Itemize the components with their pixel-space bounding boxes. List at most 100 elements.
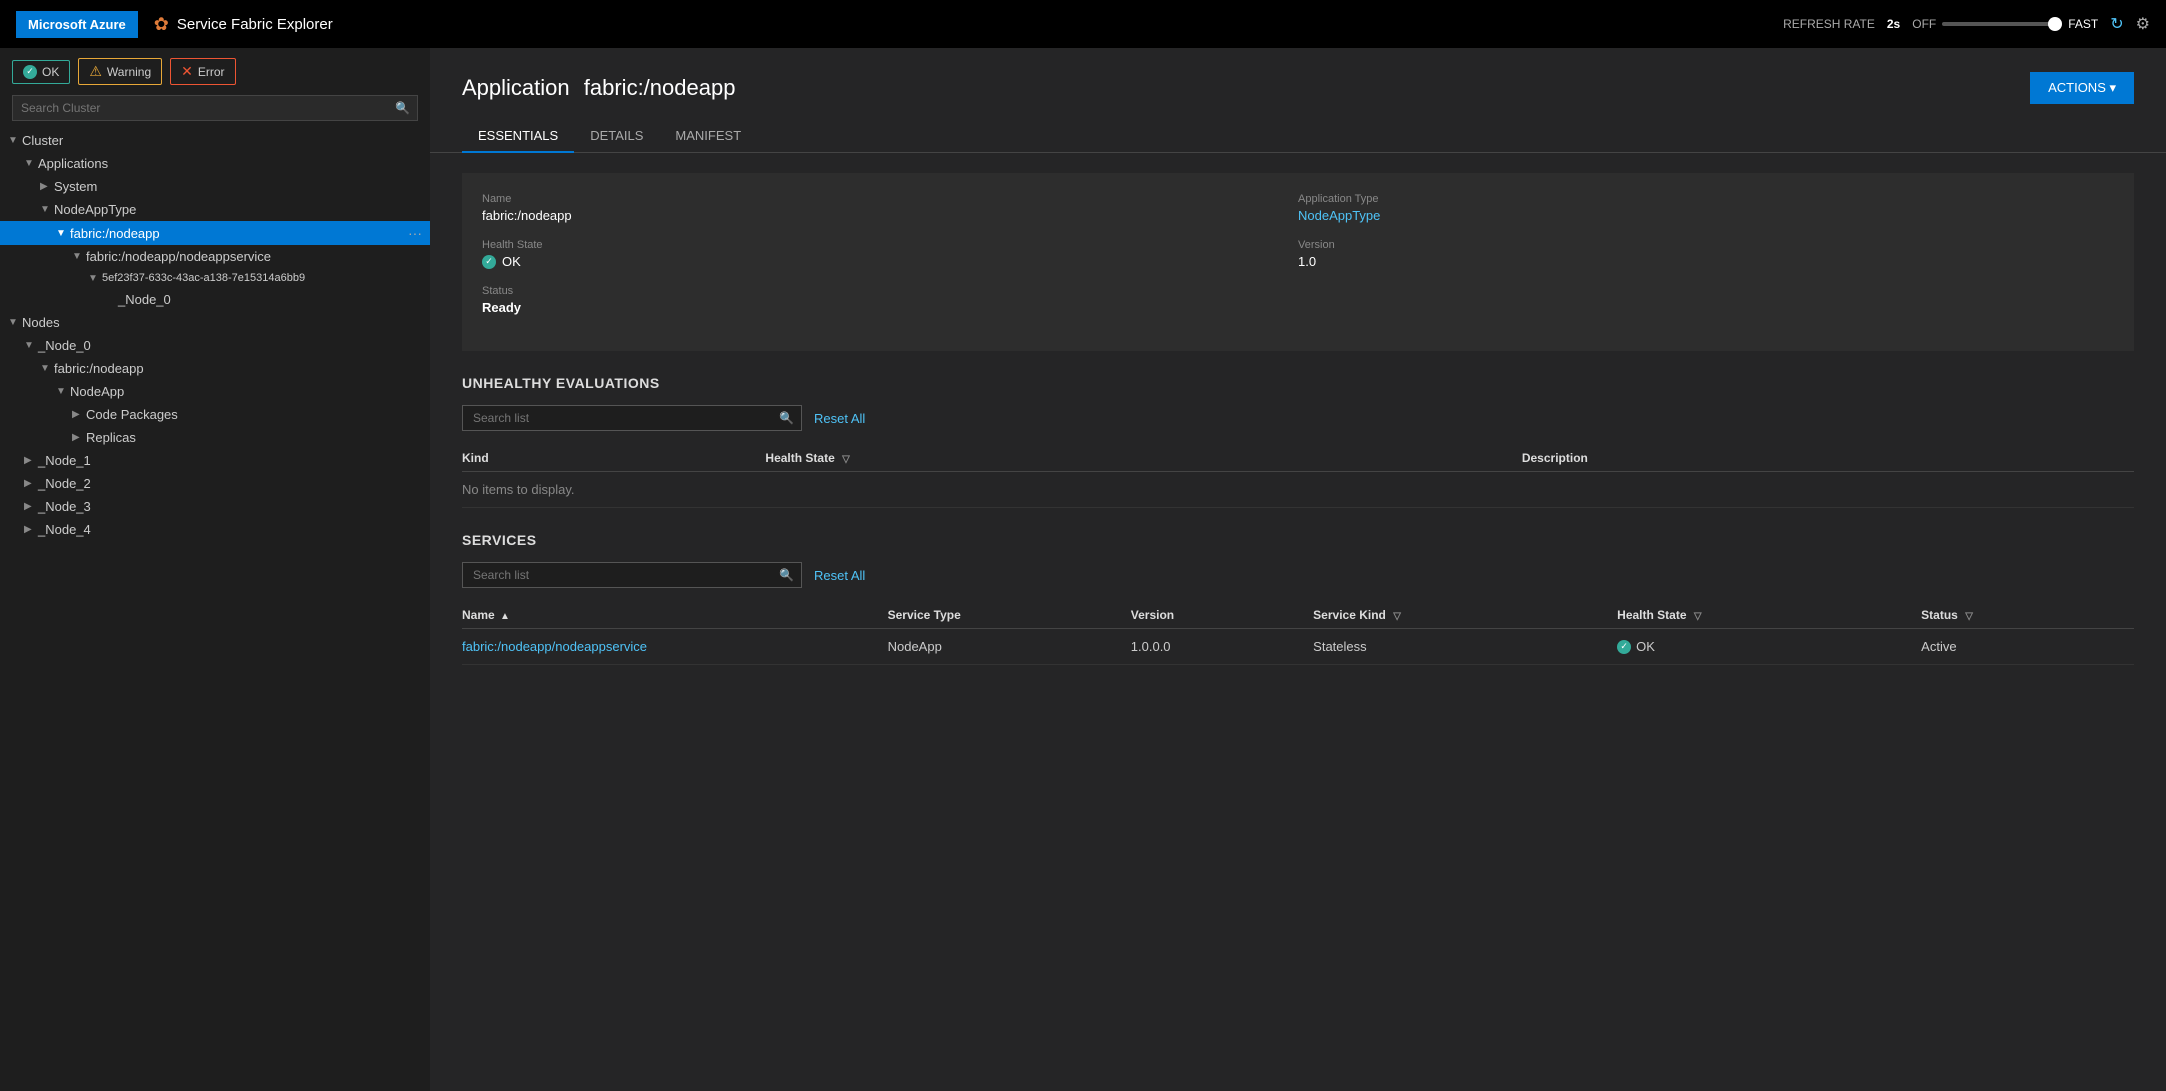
table-row-empty: No items to display.	[462, 472, 2134, 508]
error-button[interactable]: ✕ Error	[170, 58, 235, 85]
svc-health-cell: ✓ OK	[1617, 629, 1921, 665]
chevron-icon: ▶	[40, 181, 54, 192]
tree-label: _Node_0	[118, 292, 171, 307]
col-health-state: Health State ▽	[765, 445, 1521, 472]
col-hstate-label: Health State	[1617, 608, 1686, 622]
warning-button[interactable]: ⚠ Warning	[78, 58, 162, 85]
tree-item-code-packages[interactable]: ▶ Code Packages	[0, 403, 430, 426]
tree-item-nodeappservice[interactable]: ▼ fabric:/nodeapp/nodeappservice	[0, 245, 430, 268]
unhealthy-search-input[interactable]	[462, 405, 802, 431]
unhealthy-table: Kind Health State ▽ Description No items…	[462, 445, 2134, 508]
empty-message: No items to display.	[462, 472, 2134, 508]
filter-icon[interactable]: ▽	[1694, 611, 1702, 622]
refresh-slider[interactable]	[1942, 22, 2062, 26]
tree-label: Applications	[38, 156, 108, 171]
col-svc-status: Status ▽	[1921, 602, 2134, 629]
tree-item-system[interactable]: ▶ System	[0, 175, 430, 198]
tree-item-applications[interactable]: ▼ Applications	[0, 152, 430, 175]
chevron-icon: ▶	[72, 432, 86, 443]
filter-icon[interactable]: ▽	[842, 454, 850, 465]
ess-apptype-link[interactable]: NodeAppType	[1298, 208, 2114, 223]
search-cluster: 🔍	[12, 95, 418, 121]
error-label: Error	[198, 65, 225, 79]
chevron-icon: ▼	[8, 317, 22, 328]
chevron-icon: ▶	[72, 409, 86, 420]
unhealthy-reset-all[interactable]: Reset All	[814, 411, 865, 426]
sidebar: ✓ OK ⚠ Warning ✕ Error 🔍 ▼ Cluster	[0, 48, 430, 1091]
tree-label: Code Packages	[86, 407, 178, 422]
services-title: SERVICES	[462, 532, 2134, 548]
col-status-label: Status	[1921, 608, 1958, 622]
col-svc-version: Version	[1131, 602, 1313, 629]
tree-item-node2[interactable]: ▶ _Node_2	[0, 472, 430, 495]
ess-version-label: Version	[1298, 239, 2114, 251]
tree-label: _Node_4	[38, 522, 91, 537]
chevron-icon: ▼	[40, 363, 54, 374]
col-svc-health: Health State ▽	[1617, 602, 1921, 629]
tree-label: _Node_1	[38, 453, 91, 468]
tab-details[interactable]: DETAILS	[574, 120, 659, 153]
tab-essentials[interactable]: ESSENTIALS	[462, 120, 574, 153]
filter-icon[interactable]: ▽	[1965, 611, 1973, 622]
services-search-input[interactable]	[462, 562, 802, 588]
tab-manifest[interactable]: MANIFEST	[659, 120, 757, 153]
filter-icon[interactable]: ▽	[1393, 611, 1401, 622]
col-svc-kind: Service Kind ▽	[1313, 602, 1617, 629]
ess-status-label: Status	[482, 285, 1298, 297]
tree-item-fabric-nodeapp[interactable]: ▼ fabric:/nodeapp ···	[0, 221, 430, 245]
health-ok-text: OK	[1636, 639, 1655, 654]
fast-label: FAST	[2068, 17, 2098, 31]
svc-name-link[interactable]: fabric:/nodeapp/nodeappservice	[462, 639, 647, 654]
search-cluster-input[interactable]	[12, 95, 418, 121]
actions-button[interactable]: ACTIONS ▾	[2030, 72, 2134, 104]
warning-label: Warning	[107, 65, 151, 79]
tree-item-replica[interactable]: ▼ 5ef23f37-633c-43ac-a138-7e15314a6bb9	[0, 268, 430, 288]
tree-dots-icon[interactable]: ···	[408, 225, 422, 241]
refresh-rate-label: REFRESH RATE	[1783, 17, 1875, 31]
tree-item-cluster[interactable]: ▼ Cluster	[0, 129, 430, 152]
tree-label: NodeApp	[70, 384, 124, 399]
ok-circle-icon: ✓	[482, 255, 496, 269]
col-svc-name[interactable]: Name ▲	[462, 602, 888, 629]
services-search-wrap: 🔍	[462, 562, 802, 588]
tree-item-node3[interactable]: ▶ _Node_3	[0, 495, 430, 518]
page-title-name: fabric:/nodeapp	[584, 75, 736, 100]
warning-icon: ⚠	[89, 63, 102, 80]
ess-status-value: Ready	[482, 300, 1298, 315]
tree-item-nodeapp[interactable]: ▼ NodeApp	[0, 380, 430, 403]
tree-item-replicas[interactable]: ▶ Replicas	[0, 426, 430, 449]
ok-button[interactable]: ✓ OK	[12, 60, 70, 84]
ess-health-label: Health State	[482, 239, 1298, 251]
col-svc-type: Service Type	[888, 602, 1131, 629]
col-skind-label: Service Kind	[1313, 608, 1386, 622]
tree-label: Cluster	[22, 133, 63, 148]
ok-icon: ✓	[23, 65, 37, 79]
tree-item-node1[interactable]: ▶ _Node_1	[0, 449, 430, 472]
ess-name-value: fabric:/nodeapp	[482, 208, 1298, 223]
essentials-right: Application Type NodeAppType Version 1.0	[1298, 193, 2114, 331]
chevron-icon: ▶	[24, 455, 38, 466]
tree-item-nodes[interactable]: ▼ Nodes	[0, 311, 430, 334]
services-reset-all[interactable]: Reset All	[814, 568, 865, 583]
svc-status-cell: Active	[1921, 629, 2134, 665]
refresh-toggle: OFF FAST	[1912, 17, 2098, 31]
tree-item-node0-leaf[interactable]: _Node_0	[0, 288, 430, 311]
tree-item-fabric-nodeapp-2[interactable]: ▼ fabric:/nodeapp	[0, 357, 430, 380]
off-label: OFF	[1912, 17, 1936, 31]
refresh-icon[interactable]: ↻	[2110, 14, 2123, 34]
tree-item-nodeapptype[interactable]: ▼ NodeAppType	[0, 198, 430, 221]
services-search-bar: 🔍 Reset All	[462, 562, 2134, 588]
essentials-left: Name fabric:/nodeapp Health State ✓ OK S…	[482, 193, 1298, 331]
svc-name-cell: fabric:/nodeapp/nodeappservice	[462, 629, 888, 665]
ess-version: Version 1.0	[1298, 239, 2114, 269]
ess-health: Health State ✓ OK	[482, 239, 1298, 269]
gear-icon[interactable]: ⚙	[2136, 14, 2150, 34]
tree-label: System	[54, 179, 97, 194]
tree-item-node0-top[interactable]: ▼ _Node_0	[0, 334, 430, 357]
sf-icon: ✿	[154, 14, 169, 35]
tree-label: _Node_0	[38, 338, 91, 353]
ess-apptype-label: Application Type	[1298, 193, 2114, 205]
tree-item-node4[interactable]: ▶ _Node_4	[0, 518, 430, 541]
ess-name-label: Name	[482, 193, 1298, 205]
chevron-icon: ▶	[24, 478, 38, 489]
